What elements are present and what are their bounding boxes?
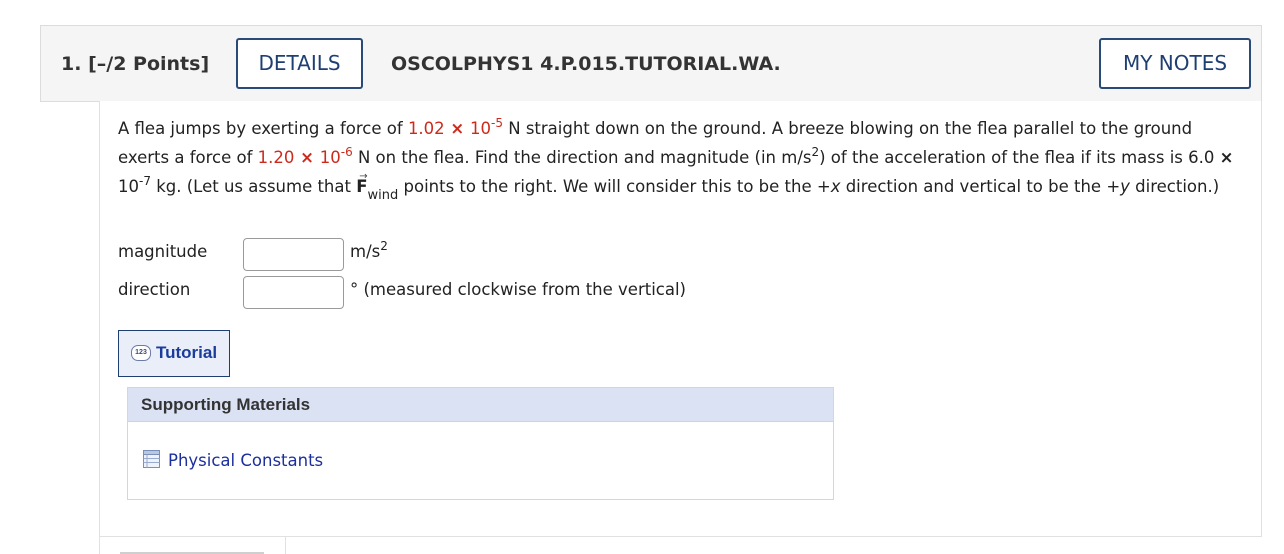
points-label: [–/2 Points]	[88, 53, 210, 75]
question-number: 1.	[61, 53, 82, 75]
times-sign: ×	[294, 148, 320, 167]
force2-mantissa: 1.20	[257, 148, 295, 167]
my-notes-button[interactable]: MY NOTES	[1099, 38, 1251, 89]
supporting-materials-panel: Supporting Materials Physical Constants	[127, 387, 834, 500]
direction-unit: ° (measured clockwise from the vertical)	[350, 280, 686, 299]
tutorial-icon: 123	[131, 345, 151, 361]
magnitude-unit-text: m/s	[350, 242, 381, 261]
document-table-icon	[143, 450, 160, 468]
magnitude-label: magnitude	[118, 242, 208, 261]
tutorial-label: Tutorial	[156, 343, 218, 362]
mass-exponent: -7	[139, 174, 151, 188]
details-button[interactable]: DETAILS	[236, 38, 363, 89]
force1-exponent: -5	[491, 116, 503, 130]
problem-statement: A flea jumps by exerting a force of 1.02…	[118, 114, 1248, 203]
physical-constants-link[interactable]: Physical Constants	[168, 451, 323, 470]
vector-subscript: wind	[367, 188, 399, 203]
problem-text: direction and vertical to be the +	[840, 177, 1121, 196]
mass-base: 10	[118, 177, 139, 196]
given-force-1: 1.02 × 10-5	[407, 116, 503, 138]
x-variable: x	[830, 177, 841, 196]
unit-exponent: 2	[811, 145, 820, 159]
problem-text: A flea jumps by exerting a force of	[118, 119, 408, 138]
problem-text: N on the flea. Find the direction and ma…	[352, 148, 812, 167]
problem-text: ) of the acceleration of the flea if its…	[819, 148, 1220, 167]
assignment-code: OSCOLPHYS1 4.P.015.TUTORIAL.WA.	[391, 53, 781, 75]
direction-label: direction	[118, 280, 191, 299]
magnitude-unit: m/s2	[350, 239, 388, 261]
supporting-materials-header: Supporting Materials	[128, 388, 833, 422]
direction-input[interactable]	[243, 276, 344, 309]
force2-base: 10	[319, 148, 341, 167]
problem-text: points to the right. We will consider th…	[403, 177, 831, 196]
magnitude-unit-exponent: 2	[380, 239, 388, 253]
given-force-2: 1.20 × 10-6	[257, 145, 353, 167]
force1-base: 10	[470, 119, 492, 138]
tutorial-button[interactable]: 123 Tutorial	[118, 330, 230, 377]
force1-mantissa: 1.02	[407, 119, 445, 138]
problem-text: kg. (Let us assume that	[150, 177, 357, 196]
y-variable: y	[1120, 177, 1130, 196]
problem-text: direction.)	[1129, 177, 1220, 196]
times-sign: ×	[444, 119, 471, 138]
force-wind-vector: → F	[356, 171, 367, 201]
times-sign: ×	[1219, 148, 1234, 167]
magnitude-input[interactable]	[243, 238, 344, 271]
question-number-points: 1. [–/2 Points]	[61, 53, 209, 75]
question-header: 1. [–/2 Points] DETAILS OSCOLPHYS1 4.P.0…	[40, 25, 1262, 102]
force2-exponent: -6	[340, 145, 353, 159]
vector-arrow-icon: →	[359, 171, 368, 182]
